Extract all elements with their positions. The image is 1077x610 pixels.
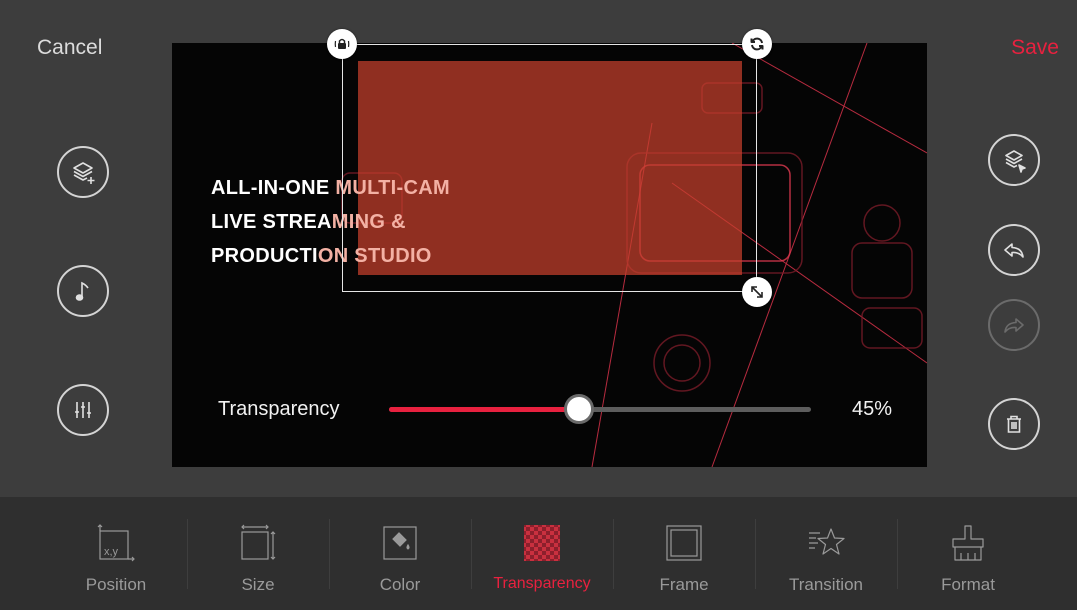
undo-button[interactable] xyxy=(988,224,1040,276)
resize-diagonal-icon xyxy=(751,286,763,298)
equalizer-icon xyxy=(75,402,91,418)
undo-icon xyxy=(1004,243,1024,258)
tool-position-label: Position xyxy=(85,575,147,594)
tool-transparency-label: Transparency xyxy=(493,575,591,592)
tool-format[interactable]: Format xyxy=(898,497,1038,610)
transparency-slider-fill xyxy=(389,407,579,412)
select-layer-icon xyxy=(1005,150,1026,173)
tool-transition[interactable]: Transition xyxy=(756,497,896,610)
resize-handle[interactable] xyxy=(742,277,772,307)
bottom-toolbar: x,y Position Size Color Transparency Fra… xyxy=(0,497,1077,610)
preview-canvas[interactable]: ALL-IN-ONE MULTI-CAM LIVE STREAMING & PR… xyxy=(172,43,927,467)
transparency-icon xyxy=(524,525,560,561)
format-brush-icon xyxy=(952,525,984,561)
tool-color[interactable]: Color xyxy=(330,497,470,610)
transition-star-icon xyxy=(809,528,845,555)
rotate-icon xyxy=(750,37,764,51)
headline-text: ALL-IN-ONE MULTI-CAM LIVE STREAMING & PR… xyxy=(211,177,450,267)
transparency-value: 45% xyxy=(852,398,893,420)
equalizer-button[interactable] xyxy=(57,384,109,436)
trash-icon xyxy=(1007,415,1021,433)
transparency-slider[interactable] xyxy=(389,394,811,424)
transparency-slider-thumb[interactable] xyxy=(563,394,594,424)
tool-format-label: Format xyxy=(941,575,995,594)
tool-transparency[interactable]: Transparency xyxy=(472,497,612,610)
redo-icon xyxy=(1004,318,1024,333)
tool-position[interactable]: x,y Position xyxy=(46,497,186,610)
position-icon: x,y xyxy=(97,524,135,562)
size-icon xyxy=(241,524,276,560)
rotate-handle[interactable] xyxy=(742,29,772,59)
tool-size[interactable]: Size xyxy=(188,497,328,610)
tool-color-label: Color xyxy=(379,575,421,594)
save-button[interactable]: Save xyxy=(1011,36,1059,60)
lock-handle[interactable] xyxy=(327,29,357,59)
delete-button[interactable] xyxy=(988,398,1040,450)
svg-text:x,y: x,y xyxy=(104,546,119,558)
cancel-button[interactable]: Cancel xyxy=(37,36,102,60)
tool-frame[interactable]: Frame xyxy=(614,497,754,610)
tool-size-label: Size xyxy=(241,575,275,594)
lock-icon xyxy=(334,38,350,49)
music-note-icon xyxy=(75,281,89,301)
transparency-label: Transparency xyxy=(218,398,340,420)
add-layer-icon xyxy=(73,162,95,184)
select-layer-button[interactable] xyxy=(988,134,1040,186)
music-button[interactable] xyxy=(57,265,109,317)
color-fill-icon xyxy=(383,526,417,560)
redo-button[interactable] xyxy=(988,299,1040,351)
tool-transition-label: Transition xyxy=(788,575,863,594)
tool-frame-label: Frame xyxy=(659,575,709,594)
add-layer-button[interactable] xyxy=(57,146,109,198)
frame-icon xyxy=(666,525,702,561)
